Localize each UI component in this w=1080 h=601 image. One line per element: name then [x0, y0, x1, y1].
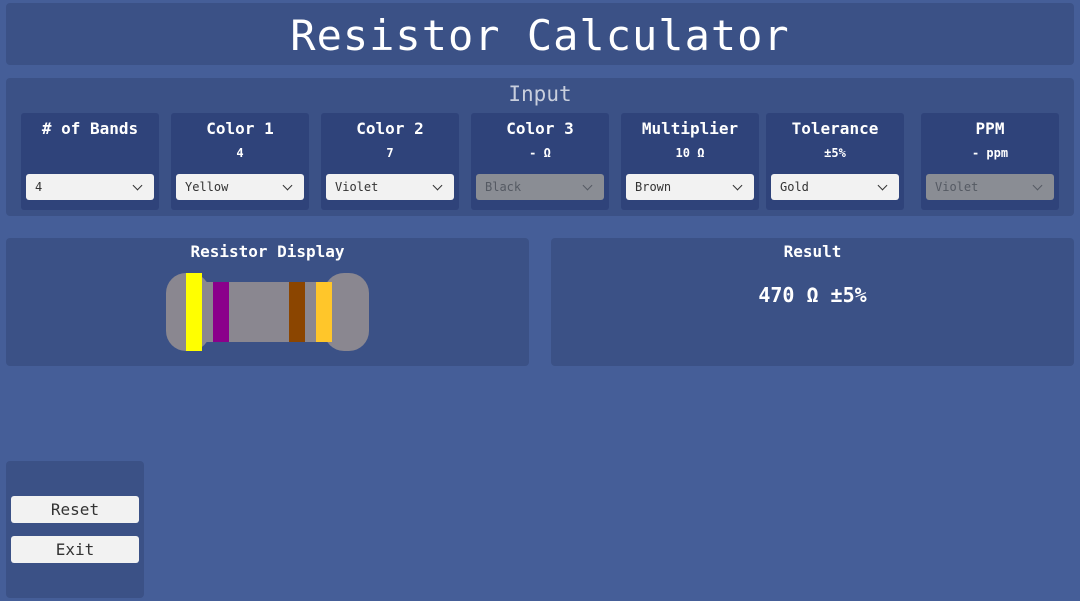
select-value: Violet: [335, 180, 379, 194]
title-panel: Resistor Calculator: [6, 3, 1074, 65]
app-title: Resistor Calculator: [290, 11, 790, 60]
result-value: 470 Ω ±5%: [758, 283, 867, 307]
reset-button[interactable]: Reset: [11, 496, 139, 523]
color-1-select[interactable]: Yellow: [176, 174, 304, 200]
field-color-2: Color 2 7 Violet: [321, 113, 459, 210]
select-value: Violet: [935, 180, 979, 194]
field-label: Multiplier: [641, 119, 739, 138]
field-tolerance: Tolerance ±5% Gold: [766, 113, 904, 210]
select-value: Yellow: [185, 180, 229, 194]
field-color-3: Color 3 - Ω Black: [471, 113, 609, 210]
field-value: - Ω: [529, 146, 551, 160]
select-value: Brown: [635, 180, 672, 194]
select-value: 4: [35, 180, 43, 194]
color-3-select: Black: [476, 174, 604, 200]
field-color-1: Color 1 4 Yellow: [171, 113, 309, 210]
band-color-1: [186, 273, 202, 351]
chevron-down-icon: [132, 180, 143, 191]
resistor-graphic: [166, 273, 369, 351]
ppm-select: Violet: [926, 174, 1054, 200]
resistor-display-panel: Resistor Display: [6, 238, 529, 366]
select-value: Gold: [780, 180, 809, 194]
select-value: Black: [485, 180, 522, 194]
input-panel: Input # of Bands 4 Color 1 4 Yellow Colo…: [6, 78, 1074, 216]
field-value: 10 Ω: [675, 146, 705, 160]
field-label: Color 1: [206, 119, 274, 138]
field-ppm: PPM - ppm Violet: [921, 113, 1059, 210]
field-label: # of Bands: [41, 119, 139, 138]
tolerance-select[interactable]: Gold: [771, 174, 899, 200]
field-bands: # of Bands 4: [21, 113, 159, 210]
field-label: Color 3: [506, 119, 574, 138]
chevron-down-icon: [582, 180, 593, 191]
color-2-select[interactable]: Violet: [326, 174, 454, 200]
field-value: - ppm: [971, 146, 1009, 160]
result-title: Result: [783, 242, 842, 261]
chevron-down-icon: [732, 180, 743, 191]
field-value: 7: [386, 146, 394, 160]
chevron-down-icon: [432, 180, 443, 191]
field-multiplier: Multiplier 10 Ω Brown: [621, 113, 759, 210]
result-panel: Result 470 Ω ±5%: [551, 238, 1074, 366]
bands-select[interactable]: 4: [26, 174, 154, 200]
multiplier-select[interactable]: Brown: [626, 174, 754, 200]
chevron-down-icon: [282, 180, 293, 191]
chevron-down-icon: [1032, 180, 1043, 191]
band-tolerance: [316, 282, 332, 342]
input-section-title: Input: [508, 82, 572, 106]
field-label: Color 2: [356, 119, 424, 138]
field-label: Tolerance: [791, 119, 879, 138]
field-value: 4: [236, 146, 244, 160]
band-multiplier: [289, 282, 305, 342]
band-color-2: [213, 282, 229, 342]
exit-button[interactable]: Exit: [11, 536, 139, 563]
chevron-down-icon: [877, 180, 888, 191]
field-label: PPM: [975, 119, 1005, 138]
button-panel: Reset Exit: [6, 461, 144, 598]
field-value: ±5%: [824, 146, 846, 160]
resistor-display-title: Resistor Display: [190, 242, 345, 261]
